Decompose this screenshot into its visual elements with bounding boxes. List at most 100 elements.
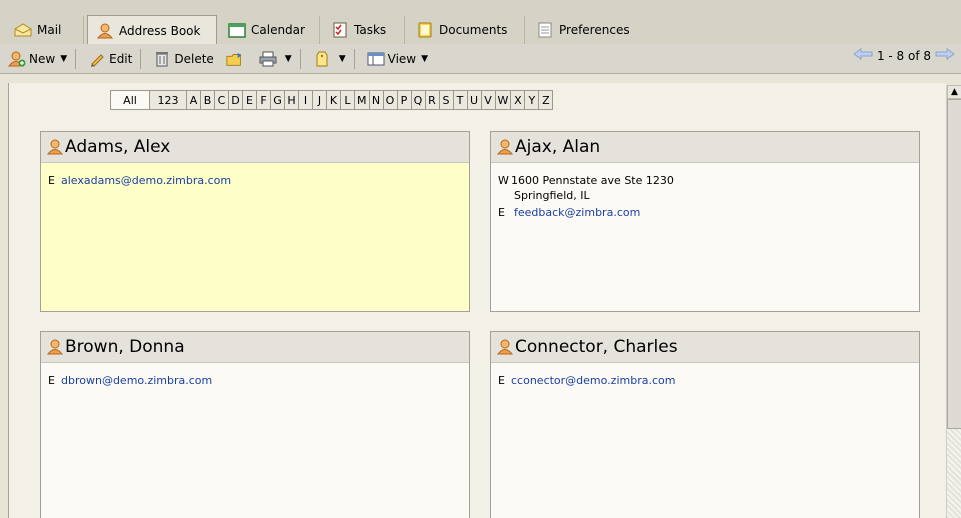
contact-email-link[interactable]: alexadams@demo.zimbra.com [61,173,231,188]
new-button-label: New [29,51,56,66]
tab-calendar-label: Calendar [251,23,305,37]
toolbar-divider [75,48,77,69]
contact-address-line1: 1600 Pennstate ave Ste 1230 [511,174,674,187]
contact-card[interactable]: Connector, Charles Ecconector@demo.zimbr… [490,331,920,518]
chevron-down-icon[interactable]: ▼ [60,54,67,64]
chevron-down-icon[interactable]: ▼ [421,54,428,64]
edit-button[interactable]: Edit [84,48,136,70]
alpha-button-q[interactable]: Q [410,90,426,110]
view-menu-button[interactable]: View ▼ [363,48,432,70]
tag-button[interactable]: ▼ [309,48,350,70]
alpha-button-n[interactable]: N [368,90,384,110]
print-button[interactable]: ▼ [255,48,296,70]
alphabet-bar: All 123 A B C D E F G H I J K L M N O P … [110,90,554,110]
next-page-arrow-icon[interactable] [935,48,955,63]
email-key: E [48,374,55,387]
contact-card-header: Adams, Alex [41,132,469,163]
tab-tasks[interactable]: Tasks [323,16,405,44]
toolbar-divider [299,48,301,69]
toolbar-divider [353,48,355,69]
tab-preferences[interactable]: Preferences [528,16,640,44]
alpha-button-a[interactable]: A [186,90,201,110]
scrollbar-track[interactable] [947,429,961,518]
contact-name: Adams, Alex [65,137,171,157]
alpha-button-r[interactable]: R [424,90,440,110]
email-key: E [498,374,505,387]
contact-name: Brown, Donna [65,337,185,357]
alpha-button-c[interactable]: C [214,90,229,110]
add-contact-icon [8,51,26,67]
tab-calendar[interactable]: Calendar [220,16,320,44]
contact-card[interactable]: Brown, Donna Edbrown@demo.zimbra.com [40,331,470,518]
alpha-button-p[interactable]: P [396,90,412,110]
tab-documents[interactable]: Documents [408,16,525,44]
alpha-button-o[interactable]: O [382,90,398,110]
work-address-key: W [498,174,509,187]
tag-icon [313,51,331,67]
tab-address-book-label: Address Book [119,23,201,38]
contact-card-header: Connector, Charles [491,332,919,363]
contact-icon [45,138,65,156]
mail-icon [14,22,32,38]
chevron-down-icon[interactable]: ▼ [285,54,292,64]
alpha-button-all[interactable]: All [110,90,150,110]
edit-button-label: Edit [109,51,133,66]
contact-card[interactable]: Adams, Alex Ealexadams@demo.zimbra.com [40,131,470,312]
contact-email-link[interactable]: feedback@zimbra.com [511,205,640,220]
view-icon [367,51,385,67]
prev-page-arrow-icon[interactable] [853,48,873,63]
tab-address-book[interactable]: Address Book [87,15,217,45]
email-key: E [48,174,55,187]
alpha-button-t[interactable]: T [452,90,468,110]
page-range: 1 - 8 of 8 [876,48,931,63]
alpha-button-g[interactable]: G [270,90,285,110]
alpha-button-l[interactable]: L [340,90,355,110]
alpha-button-x[interactable]: X [510,90,526,110]
contact-icon [495,138,515,156]
documents-icon [416,22,434,38]
scrollbar-thumb[interactable] [947,99,961,429]
alpha-button-u[interactable]: U [466,90,482,110]
contact-icon [495,338,515,356]
alpha-button-w[interactable]: W [494,90,512,110]
alpha-button-v[interactable]: V [480,90,496,110]
pencil-icon [88,51,106,67]
chevron-down-icon[interactable]: ▼ [339,54,346,64]
app-tab-bar: Mail Address Book Calendar Tasks Documen… [0,0,961,45]
preferences-icon [536,22,554,38]
contact-icon [45,338,65,356]
alpha-button-s[interactable]: S [438,90,454,110]
contact-card-header: Ajax, Alan [491,132,919,163]
alpha-button-k[interactable]: K [326,90,341,110]
tab-mail-label: Mail [37,23,62,37]
alpha-button-i[interactable]: I [298,90,313,110]
alpha-button-f[interactable]: F [256,90,271,110]
move-button[interactable] [222,48,251,70]
new-contact-button[interactable]: New ▼ [4,48,71,70]
scroll-up-arrow-icon[interactable]: ▲ [947,85,961,99]
delete-button[interactable]: Delete [149,48,217,70]
tab-mail[interactable]: Mail [6,16,84,44]
alpha-button-y[interactable]: Y [524,90,540,110]
contact-name: Connector, Charles [515,337,678,357]
alpha-button-j[interactable]: J [312,90,327,110]
alpha-button-b[interactable]: B [200,90,215,110]
alpha-button-z[interactable]: Z [538,90,554,110]
alpha-button-e[interactable]: E [242,90,257,110]
tab-documents-label: Documents [439,23,508,37]
contacts-toolbar: New ▼ Edit Delete ▼ ▼ View ▼ 1 - 8 of 8 [0,44,961,74]
contact-name: Ajax, Alan [515,137,601,157]
alpha-button-m[interactable]: M [354,90,370,110]
alpha-button-123[interactable]: 123 [149,90,187,110]
contact-email-link[interactable]: dbrown@demo.zimbra.com [61,373,212,388]
alpha-button-d[interactable]: D [228,90,243,110]
toolbar-divider [140,48,142,69]
contact-card[interactable]: Ajax, Alan W 1600 Pennstate ave Ste 1230 … [490,131,920,312]
tab-tasks-label: Tasks [354,23,387,37]
contact-email-link[interactable]: cconector@demo.zimbra.com [511,373,675,388]
pagination: 1 - 8 of 8 [853,48,955,63]
view-button-label: View [387,51,417,66]
vertical-scrollbar[interactable]: ▲ [946,85,961,518]
tasks-icon [331,22,349,38]
alpha-button-h[interactable]: H [284,90,299,110]
